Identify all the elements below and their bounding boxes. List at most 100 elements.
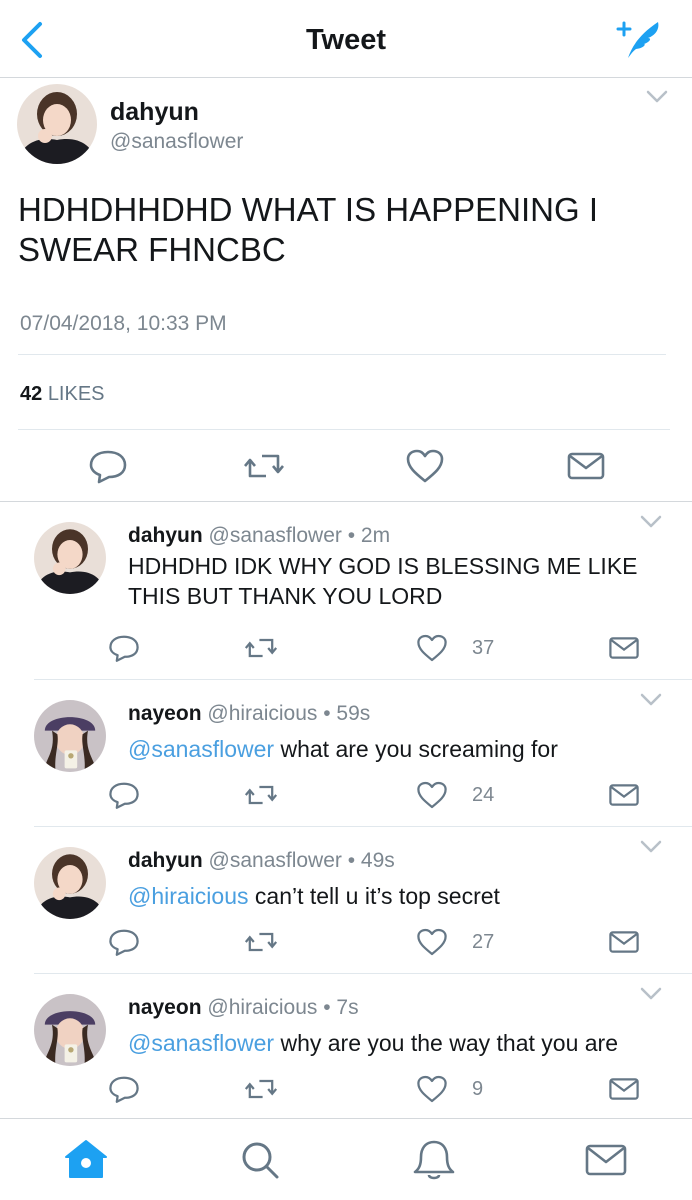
reply-body: HDHDHD IDK WHY GOD IS BLESSING ME LIKE T… xyxy=(128,553,638,609)
mention-link[interactable]: @sanasflower xyxy=(128,736,274,762)
heart-icon xyxy=(417,928,447,956)
divider xyxy=(18,429,670,430)
reply-text: @hiraicious can’t tell u it’s top secret xyxy=(128,881,668,911)
reply-header: dahyun @sanasflower • 2m xyxy=(128,524,390,548)
avatar[interactable] xyxy=(17,84,97,164)
retweet-button[interactable] xyxy=(244,448,284,484)
likes-label: LIKES xyxy=(47,383,105,405)
direct-message-button[interactable] xyxy=(608,633,640,663)
retweet-icon xyxy=(244,454,284,478)
like-count: 24 xyxy=(472,784,495,806)
tweet-text: HDHDHHDHD WHAT IS HAPPENING I SWEAR FHNC… xyxy=(18,191,598,268)
display-name[interactable]: nayeon xyxy=(128,702,202,725)
heart-icon xyxy=(417,781,447,809)
tab-search[interactable] xyxy=(236,1137,284,1183)
user-handle[interactable]: @sanasflower xyxy=(209,524,342,547)
reply-text: @sanasflower what are you screaming for xyxy=(128,734,668,764)
direct-message-button[interactable] xyxy=(566,448,606,484)
reply-icon xyxy=(109,929,139,956)
avatar[interactable] xyxy=(34,847,106,919)
user-handle[interactable]: @sanasflower xyxy=(209,849,342,872)
likes-count-row[interactable]: 42 LIKES xyxy=(20,383,105,406)
reply-tweet[interactable]: nayeon @hiraicious • 59s @sanasflower wh… xyxy=(0,680,692,827)
envelope-icon xyxy=(609,1078,639,1100)
retweet-button[interactable] xyxy=(245,1074,277,1104)
reply-time: • 49s xyxy=(347,849,395,872)
chevron-down-icon xyxy=(640,693,662,706)
heart-icon xyxy=(417,634,447,662)
likes-count: 42 xyxy=(20,383,43,405)
reply-icon xyxy=(109,1076,139,1103)
avatar[interactable] xyxy=(34,522,106,594)
like-button[interactable] xyxy=(416,633,448,663)
avatar-photo-nayeon xyxy=(34,994,106,1066)
user-handle[interactable]: @sanasflower xyxy=(110,130,243,154)
reply-icon xyxy=(89,450,127,484)
tab-notifications[interactable] xyxy=(410,1137,458,1183)
reply-button[interactable] xyxy=(108,927,140,957)
reply-time: • 2m xyxy=(347,524,391,547)
page-title: Tweet xyxy=(305,24,387,56)
compose-tweet-icon xyxy=(616,21,659,58)
like-button[interactable] xyxy=(405,448,445,484)
reply-button[interactable] xyxy=(108,1074,140,1104)
reply-button[interactable] xyxy=(108,633,140,663)
messages-icon xyxy=(585,1144,627,1176)
reply-button[interactable] xyxy=(108,780,140,810)
direct-message-button[interactable] xyxy=(608,780,640,810)
direct-message-button[interactable] xyxy=(608,927,640,957)
tweet-options-button[interactable] xyxy=(638,692,664,708)
user-handle[interactable]: @hiraicious xyxy=(207,996,317,1019)
avatar[interactable] xyxy=(34,994,106,1066)
reply-time: • 59s xyxy=(323,702,371,725)
user-handle[interactable]: @hiraicious xyxy=(207,702,317,725)
notifications-icon xyxy=(413,1140,455,1180)
like-button[interactable] xyxy=(416,1074,448,1104)
tab-home[interactable] xyxy=(62,1137,110,1183)
display-name[interactable]: dahyun xyxy=(128,524,203,547)
mention-link[interactable]: @hiraicious xyxy=(128,883,249,909)
retweet-button[interactable] xyxy=(245,927,277,957)
reply-tweet[interactable]: dahyun @sanasflower • 2m HDHDHD IDK WHY … xyxy=(0,502,692,680)
like-count: 9 xyxy=(472,1078,484,1100)
retweet-icon xyxy=(245,638,277,658)
envelope-icon xyxy=(609,931,639,953)
heart-icon xyxy=(417,1075,447,1103)
display-name[interactable]: dahyun xyxy=(110,98,199,127)
chevron-down-icon xyxy=(646,90,668,103)
reply-time: • 7s xyxy=(323,996,359,1019)
like-count: 27 xyxy=(472,931,495,953)
like-count: 37 xyxy=(472,637,495,659)
reply-body: why are you the way that you are xyxy=(274,1030,618,1056)
retweet-button[interactable] xyxy=(245,780,277,810)
avatar[interactable] xyxy=(34,700,106,772)
display-name[interactable]: dahyun xyxy=(128,849,203,872)
reply-text: @sanasflower why are you the way that yo… xyxy=(128,1028,688,1058)
retweet-icon xyxy=(245,1079,277,1099)
reply-header: dahyun @sanasflower • 49s xyxy=(128,849,395,873)
retweet-button[interactable] xyxy=(245,633,277,663)
envelope-icon xyxy=(567,452,605,480)
reply-body: what are you screaming for xyxy=(274,736,558,762)
tweet-options-button[interactable] xyxy=(638,839,664,855)
mention-link[interactable]: @sanasflower xyxy=(128,1030,274,1056)
reply-tweet[interactable]: dahyun @sanasflower • 49s @hiraicious ca… xyxy=(0,827,692,974)
reply-button[interactable] xyxy=(88,448,128,484)
tweet-options-button[interactable] xyxy=(638,986,664,1002)
tab-messages[interactable] xyxy=(582,1137,630,1183)
chevron-down-icon xyxy=(640,840,662,853)
like-button[interactable] xyxy=(416,927,448,957)
reply-tweet[interactable]: nayeon @hiraicious • 7s @sanasflower why… xyxy=(0,974,692,1118)
like-button[interactable] xyxy=(416,780,448,810)
direct-message-button[interactable] xyxy=(608,1074,640,1104)
envelope-icon xyxy=(609,784,639,806)
display-name[interactable]: nayeon xyxy=(128,996,202,1019)
avatar-photo-dahyun xyxy=(34,847,106,919)
top-nav-bar: Tweet xyxy=(0,0,692,78)
compose-tweet-button[interactable] xyxy=(614,16,664,62)
envelope-icon xyxy=(609,637,639,659)
tweet-options-button[interactable] xyxy=(638,514,664,530)
reply-header: nayeon @hiraicious • 7s xyxy=(128,996,359,1020)
avatar-photo-nayeon xyxy=(34,700,106,772)
tweet-options-button[interactable] xyxy=(644,88,670,106)
